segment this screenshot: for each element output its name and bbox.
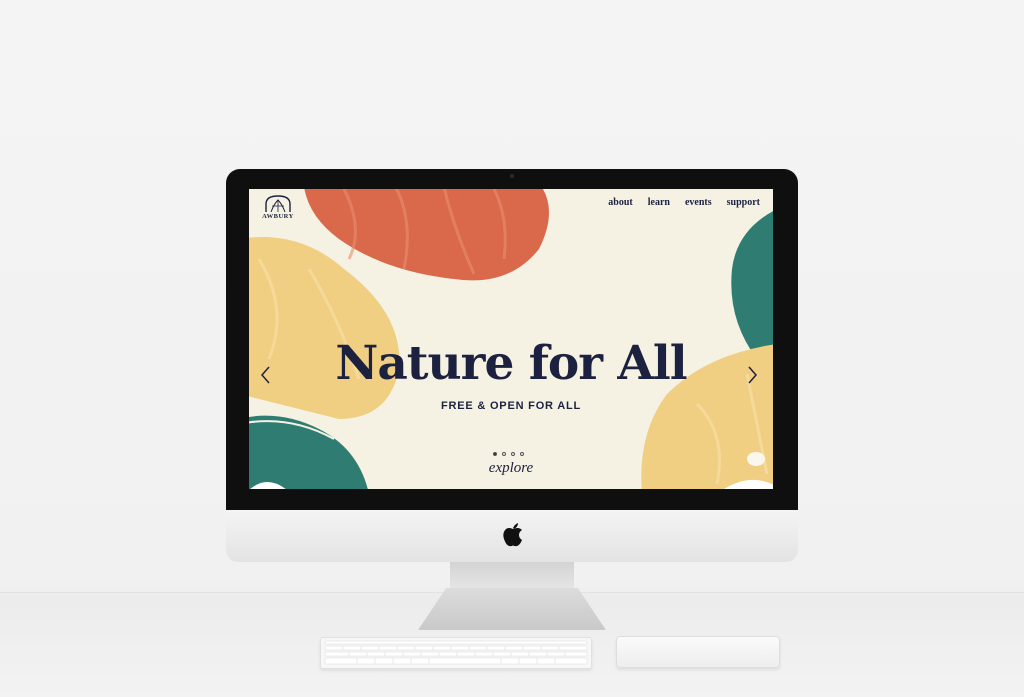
arch-tree-logo-icon xyxy=(265,195,291,213)
mustard-blob-left xyxy=(249,237,400,419)
nav-events[interactable]: events xyxy=(685,197,712,208)
trackpad xyxy=(616,636,780,668)
website-screen: AWBURY about learn events support Nature… xyxy=(249,189,773,489)
hero-headline: Nature for All xyxy=(335,336,687,391)
carousel-dot-4[interactable] xyxy=(520,452,524,456)
stand-neck xyxy=(450,562,574,590)
nav-support[interactable]: support xyxy=(727,197,760,208)
camera-icon xyxy=(510,174,514,178)
main-nav: about learn events support xyxy=(608,197,760,208)
white-arc-bottom-left xyxy=(250,482,286,489)
hero-subheadline: FREE & OPEN FOR ALL xyxy=(440,400,582,412)
apple-logo-icon xyxy=(503,523,522,547)
carousel-dot-2[interactable] xyxy=(502,452,506,456)
carousel-dot-1[interactable] xyxy=(493,452,497,456)
nav-learn[interactable]: learn xyxy=(648,197,670,208)
stand-foot xyxy=(418,588,606,630)
keyboard xyxy=(320,637,592,669)
keyboard-keys xyxy=(324,640,588,665)
white-arc-bottom-right xyxy=(724,479,773,489)
explore-link[interactable]: explore xyxy=(249,460,773,477)
logo-wordmark: AWBURY xyxy=(262,213,294,220)
carousel-dots xyxy=(493,452,524,456)
nav-about[interactable]: about xyxy=(608,197,632,208)
site-logo[interactable]: AWBURY xyxy=(258,194,298,222)
monitor-chin xyxy=(226,510,798,562)
carousel-dot-3[interactable] xyxy=(511,452,515,456)
